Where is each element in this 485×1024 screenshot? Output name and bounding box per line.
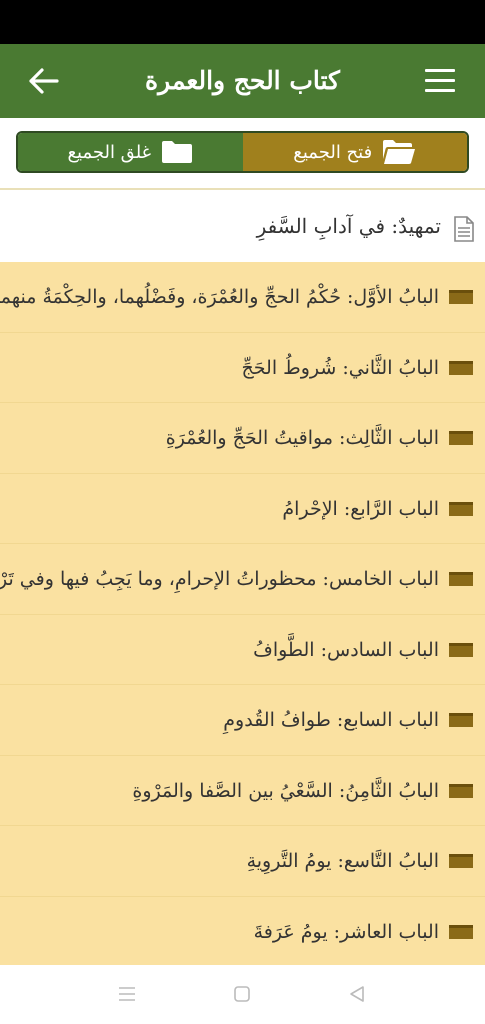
page-title: كتاب الحج والعمرة bbox=[145, 66, 340, 95]
list-item[interactable]: البابُ الثَّامِنُ: السَّعْيُ بين الصَّفا… bbox=[0, 756, 485, 826]
folder-bullet-icon bbox=[449, 642, 473, 657]
chapter-label: الباب الثَّالِث: مواقيتُ الحَجِّ والعُمْ… bbox=[165, 427, 439, 449]
chapter-label: الباب السادس: الطَّوافُ bbox=[253, 638, 439, 661]
chapter-label: الباب الرَّابع: الإحْرامُ bbox=[282, 497, 439, 520]
chapter-label: الباب الخامس: محظوراتُ الإحرامِ، وما يَج… bbox=[0, 568, 439, 590]
folder-bullet-icon bbox=[449, 783, 473, 798]
list-item[interactable]: البابُ التَّاسع: يومُ التَّروِيةِ bbox=[0, 826, 485, 897]
chapter-list: البابُ الأوَّل: حُكْمُ الحجِّ والعُمْرَة… bbox=[0, 262, 485, 965]
status-bar bbox=[0, 0, 485, 44]
list-item[interactable]: الباب السابع: طوافُ القُدومِ bbox=[0, 685, 485, 756]
list-item[interactable]: البابُ الثَّاني: شُروطُ الحَجِّ bbox=[0, 333, 485, 403]
list-item[interactable]: الباب العاشر: يومُ عَرَفةَ bbox=[0, 897, 485, 966]
chapter-label: الباب العاشر: يومُ عَرَفةَ bbox=[253, 920, 439, 943]
close-all-button[interactable]: غلق الجميع bbox=[18, 133, 243, 171]
home-icon[interactable] bbox=[233, 985, 251, 1003]
folder-bullet-icon bbox=[449, 501, 473, 516]
list-item[interactable]: الباب الخامس: محظوراتُ الإحرامِ، وما يَج… bbox=[0, 544, 485, 615]
hamburger-menu-icon[interactable] bbox=[425, 69, 455, 93]
list-item[interactable]: الباب الرَّابع: الإحْرامُ bbox=[0, 474, 485, 544]
open-all-button[interactable]: فتح الجميع bbox=[242, 133, 467, 171]
list-item[interactable]: البابُ الأوَّل: حُكْمُ الحجِّ والعُمْرَة… bbox=[0, 262, 485, 333]
folder-bullet-icon bbox=[449, 854, 473, 868]
folder-bullet-icon bbox=[449, 360, 473, 375]
list-item[interactable]: الباب الثَّالِث: مواقيتُ الحَجِّ والعُمْ… bbox=[0, 403, 485, 474]
nav-back-triangle-icon[interactable] bbox=[348, 985, 366, 1003]
app-bar: كتاب الحج والعمرة bbox=[0, 44, 485, 118]
recents-icon[interactable] bbox=[118, 985, 136, 1003]
folder-open-icon bbox=[383, 140, 416, 164]
folder-bullet-icon bbox=[449, 713, 473, 727]
expand-collapse-toggle: غلق الجميع فتح الجميع bbox=[16, 131, 469, 173]
list-item-intro[interactable]: تمهيدٌ: في آدابِ السَّفرِ bbox=[0, 190, 485, 262]
folder-icon bbox=[162, 141, 193, 163]
open-all-label: فتح الجميع bbox=[293, 141, 373, 163]
folder-bullet-icon bbox=[449, 290, 473, 304]
system-nav-bar bbox=[0, 965, 485, 1024]
document-icon bbox=[454, 216, 474, 242]
chapter-label: البابُ الأوَّل: حُكْمُ الحجِّ والعُمْرَة… bbox=[0, 286, 439, 308]
folder-bullet-icon bbox=[449, 431, 473, 445]
list-item[interactable]: الباب السادس: الطَّوافُ bbox=[0, 615, 485, 685]
chapter-label: البابُ التَّاسع: يومُ التَّروِيةِ bbox=[246, 850, 439, 872]
folder-bullet-icon bbox=[449, 924, 473, 939]
intro-label: تمهيدٌ: في آدابِ السَّفرِ bbox=[256, 214, 441, 238]
close-all-label: غلق الجميع bbox=[67, 141, 152, 163]
folder-bullet-icon bbox=[449, 572, 473, 586]
chapter-label: البابُ الثَّامِنُ: السَّعْيُ بين الصَّفا… bbox=[132, 779, 439, 802]
chapter-label: الباب السابع: طوافُ القُدومِ bbox=[223, 709, 439, 731]
chapter-label: البابُ الثَّاني: شُروطُ الحَجِّ bbox=[241, 356, 439, 379]
